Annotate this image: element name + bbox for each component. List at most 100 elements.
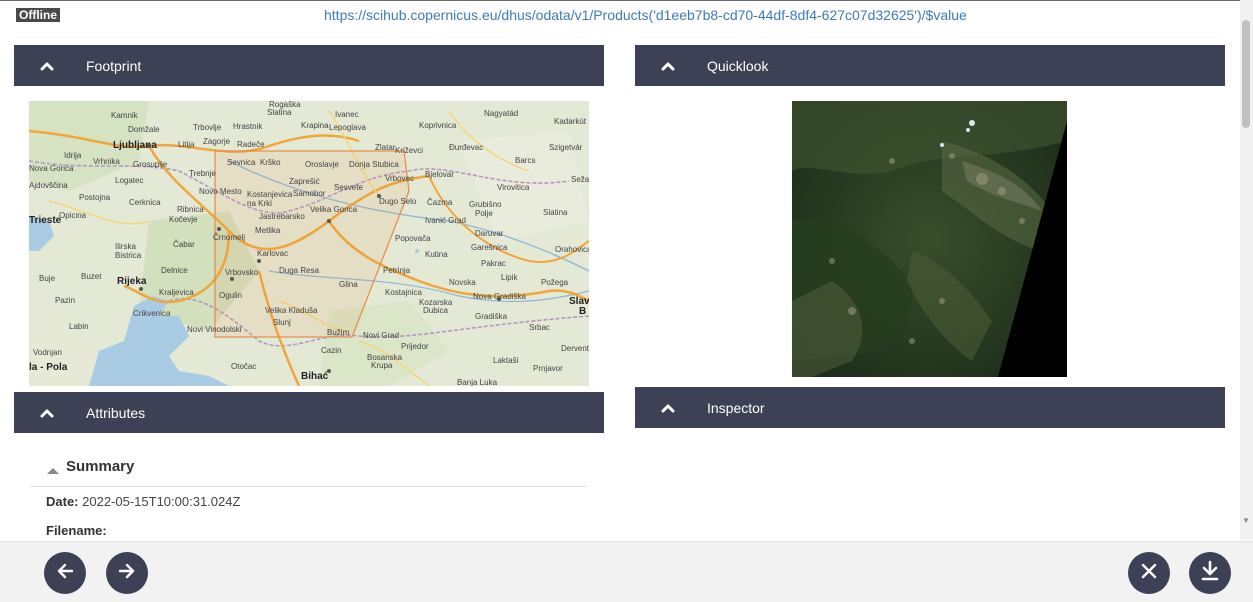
forward-button[interactable] bbox=[106, 552, 148, 594]
svg-text:Zaprešić: Zaprešić bbox=[289, 177, 320, 186]
svg-text:Sevnica: Sevnica bbox=[227, 158, 256, 167]
attribute-filename: Filename: bbox=[46, 523, 107, 538]
svg-text:Požega: Požega bbox=[541, 278, 569, 287]
svg-text:Ivanec: Ivanec bbox=[335, 110, 359, 119]
svg-text:Trbovlje: Trbovlje bbox=[193, 123, 222, 132]
svg-text:Hrastnik: Hrastnik bbox=[233, 122, 263, 131]
svg-text:Velika Gorica: Velika Gorica bbox=[310, 205, 358, 214]
svg-text:Zlatar: Zlatar bbox=[375, 143, 396, 152]
chevron-up-icon[interactable] bbox=[661, 61, 675, 71]
svg-text:Prnjavor: Prnjavor bbox=[533, 364, 563, 373]
svg-text:Derventa: Derventa bbox=[561, 344, 589, 353]
svg-text:Rijeka: Rijeka bbox=[117, 276, 147, 287]
svg-text:Donja Stubica: Donja Stubica bbox=[349, 160, 399, 169]
svg-text:Glina: Glina bbox=[339, 280, 358, 289]
svg-text:Dugo Selo: Dugo Selo bbox=[379, 197, 417, 206]
svg-text:Petrinja: Petrinja bbox=[383, 266, 411, 275]
svg-text:Ogulin: Ogulin bbox=[219, 291, 242, 300]
svg-text:Samobor: Samobor bbox=[293, 189, 326, 198]
svg-text:Čabar: Čabar bbox=[173, 240, 195, 249]
svg-text:Slunj: Slunj bbox=[273, 318, 291, 327]
summary-section-toggle[interactable]: Summary bbox=[46, 458, 134, 475]
svg-text:Čazma: Čazma bbox=[427, 198, 453, 207]
svg-text:Koprivnica: Koprivnica bbox=[419, 121, 457, 130]
attribute-filename-label: Filename: bbox=[46, 523, 107, 538]
summary-divider bbox=[30, 486, 587, 487]
svg-text:Kostanjevica: Kostanjevica bbox=[247, 190, 293, 199]
back-button[interactable] bbox=[44, 552, 86, 594]
svg-text:Nagyatád: Nagyatád bbox=[484, 109, 518, 118]
scrollbar-thumb[interactable] bbox=[1242, 20, 1250, 128]
svg-text:Kadarkút: Kadarkút bbox=[554, 117, 587, 126]
svg-text:Sežana: Sežana bbox=[571, 175, 589, 184]
close-button[interactable] bbox=[1128, 552, 1170, 594]
svg-text:Pakrac: Pakrac bbox=[481, 259, 506, 268]
footprint-map[interactable]: Ljubljana Rijeka Bihać Rogaška Slatina I… bbox=[29, 101, 589, 386]
bottom-toolbar bbox=[0, 541, 1253, 602]
svg-text:Ilirska: Ilirska bbox=[115, 242, 136, 251]
chevron-up-icon[interactable] bbox=[40, 408, 54, 418]
svg-text:Lepoglava: Lepoglava bbox=[329, 123, 366, 132]
svg-text:Metlika: Metlika bbox=[255, 226, 281, 235]
chevron-up-icon[interactable] bbox=[40, 61, 54, 71]
svg-text:Novi Vinodolski: Novi Vinodolski bbox=[187, 325, 242, 334]
svg-text:Bihać: Bihać bbox=[301, 371, 329, 382]
status-badge: Offline bbox=[16, 8, 60, 22]
svg-text:Kutina: Kutina bbox=[425, 250, 448, 259]
svg-text:Kočevje: Kočevje bbox=[169, 215, 198, 224]
quicklook-panel-header[interactable]: Quicklook bbox=[635, 45, 1225, 86]
arrow-left-icon bbox=[54, 560, 76, 587]
chevron-up-icon[interactable] bbox=[661, 403, 675, 413]
svg-text:Novska: Novska bbox=[449, 278, 476, 287]
footprint-panel-header[interactable]: Footprint bbox=[14, 45, 604, 86]
attribute-date-value: 2022-05-15T10:00:31.024Z bbox=[82, 494, 241, 509]
svg-text:Virovitica: Virovitica bbox=[497, 183, 530, 192]
svg-text:Gradiška: Gradiška bbox=[475, 312, 508, 321]
scroll-down-arrow-icon[interactable]: ▼ bbox=[1241, 516, 1251, 526]
svg-text:Trieste: Trieste bbox=[29, 215, 62, 226]
arrow-right-icon bbox=[116, 560, 138, 587]
svg-text:na Krki: na Krki bbox=[247, 199, 272, 208]
svg-text:Bjelovar: Bjelovar bbox=[425, 170, 454, 179]
svg-text:Bistrica: Bistrica bbox=[115, 251, 142, 260]
svg-text:Vodnjan: Vodnjan bbox=[33, 348, 62, 357]
svg-text:Krapina: Krapina bbox=[301, 121, 329, 130]
download-button[interactable] bbox=[1189, 552, 1231, 594]
svg-text:Dubica: Dubica bbox=[423, 306, 448, 315]
svg-text:Slatina: Slatina bbox=[267, 108, 292, 117]
svg-text:Ribnica: Ribnica bbox=[177, 205, 204, 214]
svg-text:Daruvar: Daruvar bbox=[475, 229, 504, 238]
svg-text:Lipik: Lipik bbox=[501, 273, 518, 282]
svg-text:Srbac: Srbac bbox=[529, 323, 550, 332]
svg-text:Krupa: Krupa bbox=[371, 361, 393, 370]
svg-text:Novi Grad: Novi Grad bbox=[363, 331, 399, 340]
svg-text:Banja Luka: Banja Luka bbox=[457, 378, 498, 386]
svg-text:Karlovac: Karlovac bbox=[257, 249, 288, 258]
svg-text:Sesvete: Sesvete bbox=[334, 183, 363, 192]
svg-text:Crikvenica: Crikvenica bbox=[133, 309, 171, 318]
svg-text:Velika Kladuša: Velika Kladuša bbox=[265, 306, 318, 315]
svg-text:Vrbovsko: Vrbovsko bbox=[225, 268, 259, 277]
svg-text:Orahovica: Orahovica bbox=[555, 245, 589, 254]
svg-text:Ivanić Grad: Ivanić Grad bbox=[425, 216, 466, 225]
download-icon bbox=[1200, 560, 1220, 587]
footprint-panel-title: Footprint bbox=[86, 57, 142, 74]
inspector-panel-header[interactable]: Inspector bbox=[635, 387, 1225, 428]
svg-text:Grubišno: Grubišno bbox=[469, 200, 502, 209]
svg-text:Vrbovec: Vrbovec bbox=[385, 174, 414, 183]
svg-text:Črnomelj: Črnomelj bbox=[213, 233, 245, 242]
attributes-panel-header[interactable]: Attributes bbox=[14, 392, 604, 433]
svg-text:Grosuplje: Grosuplje bbox=[133, 160, 168, 169]
svg-text:Kostajnica: Kostajnica bbox=[385, 288, 422, 297]
svg-text:Pazin: Pazin bbox=[55, 296, 75, 305]
product-url-link[interactable]: https://scihub.copernicus.eu/dhus/odata/… bbox=[324, 7, 967, 23]
svg-text:Radeče: Radeče bbox=[237, 140, 265, 149]
svg-text:Ajdovščina: Ajdovščina bbox=[29, 181, 68, 190]
svg-text:Krško: Krško bbox=[260, 158, 281, 167]
svg-text:Nova Gorica: Nova Gorica bbox=[29, 164, 74, 173]
svg-text:Barcs: Barcs bbox=[515, 156, 535, 165]
svg-text:Labin: Labin bbox=[69, 322, 89, 331]
svg-text:B: B bbox=[579, 306, 586, 317]
svg-text:Opicina: Opicina bbox=[59, 211, 87, 220]
svg-text:Cazin: Cazin bbox=[321, 346, 341, 355]
